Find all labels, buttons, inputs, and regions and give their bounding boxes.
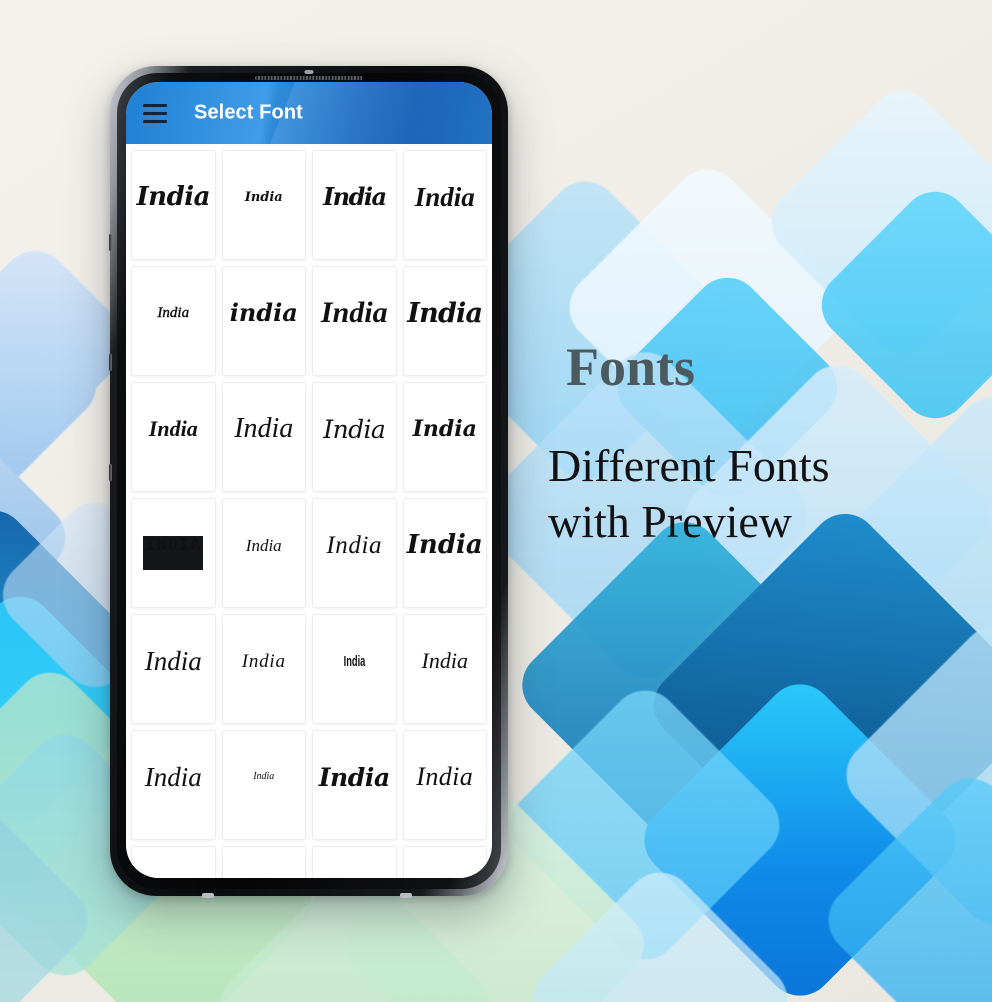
font-preview-label: India: [416, 762, 474, 791]
font-preview-cell[interactable]: India: [402, 846, 487, 878]
font-preview-cell[interactable]: India: [221, 846, 306, 878]
phone-bezel: Select Font India India India India India ind…: [117, 70, 501, 889]
promo-heading: Fonts: [566, 337, 696, 397]
font-preview-label: India: [148, 416, 198, 441]
font-preview-label: India: [343, 652, 366, 670]
page-title: Select Font: [194, 101, 303, 124]
font-preview-label: India: [144, 761, 202, 792]
font-preview-cell[interactable]: India: [221, 382, 306, 492]
font-preview-label: India: [320, 296, 388, 329]
font-preview-cell[interactable]: India: [221, 150, 306, 260]
font-preview-cell[interactable]: India: [312, 266, 397, 376]
poster-canvas: Select Font India India India India India ind…: [0, 0, 992, 1002]
font-preview-cell[interactable]: India: [402, 730, 487, 840]
earpiece-speaker-icon: [255, 76, 363, 80]
font-preview-cell[interactable]: India: [312, 150, 397, 260]
font-preview-cell[interactable]: India: [312, 382, 397, 492]
font-preview-label: INDIA: [143, 536, 204, 570]
font-grid: India India India India India india India India…: [126, 144, 492, 878]
font-preview-cell[interactable]: India: [402, 498, 487, 608]
promo-line-2: with Preview: [548, 496, 793, 548]
hamburger-menu-icon[interactable]: [140, 100, 170, 126]
promo-block: Fonts Different Fonts with Preview: [548, 340, 968, 550]
font-preview-cell[interactable]: India: [131, 266, 216, 376]
font-preview-cell[interactable]: India: [131, 150, 216, 260]
font-preview-label: India: [322, 182, 387, 211]
phone-side-button[interactable]: [109, 354, 112, 371]
font-preview-cell[interactable]: India: [131, 614, 216, 724]
font-preview-label: India: [241, 650, 286, 672]
promo-line-1: Different Fonts: [548, 440, 830, 491]
font-preview-cell[interactable]: India: [402, 382, 487, 492]
font-preview-label: India: [144, 645, 202, 676]
font-preview-label: india: [229, 298, 298, 327]
font-preview-cell[interactable]: India: [312, 730, 397, 840]
font-preview-label: India: [136, 182, 211, 212]
front-camera-icon: [304, 70, 314, 74]
font-preview-label: India: [245, 535, 282, 555]
font-preview-label: India: [412, 416, 477, 442]
font-preview-label: India: [421, 648, 468, 673]
phone-side-button[interactable]: [109, 234, 112, 251]
app-bar: Select Font: [126, 82, 492, 144]
font-preview-label: India: [406, 530, 483, 560]
font-preview-cell[interactable]: India: [312, 498, 397, 608]
phone-side-button[interactable]: [109, 464, 112, 481]
font-preview-label: India: [323, 414, 386, 444]
font-preview-cell[interactable]: India: [312, 846, 397, 878]
font-preview-cell[interactable]: India: [402, 614, 487, 724]
font-preview-label: India: [326, 531, 383, 559]
phone-bottom-nub: [400, 893, 412, 898]
phone-mockup: Select Font India India India India India ind…: [109, 66, 508, 898]
font-preview-cell[interactable]: India: [131, 730, 216, 840]
font-preview-cell[interactable]: India: [402, 266, 487, 376]
font-preview-label: India: [407, 297, 483, 329]
font-preview-cell[interactable]: india: [221, 266, 306, 376]
font-preview-label: India: [244, 189, 283, 205]
font-preview-cell[interactable]: India: [131, 846, 216, 878]
font-preview-cell[interactable]: India: [131, 382, 216, 492]
font-preview-label: India: [318, 762, 390, 792]
font-preview-cell[interactable]: India: [402, 150, 487, 260]
font-preview-cell[interactable]: India: [312, 614, 397, 724]
phone-screen: Select Font India India India India India ind…: [126, 82, 492, 878]
phone-bottom-nub: [202, 893, 214, 898]
font-preview-label: India: [414, 181, 475, 212]
font-preview-cell[interactable]: INDIA: [131, 498, 216, 608]
font-preview-label: India: [253, 771, 275, 782]
font-preview-cell[interactable]: India: [221, 498, 306, 608]
font-preview-cell[interactable]: India: [221, 730, 306, 840]
font-preview-label: India: [234, 413, 294, 444]
font-preview-cell[interactable]: India: [221, 614, 306, 724]
font-preview-label: India: [157, 304, 190, 321]
